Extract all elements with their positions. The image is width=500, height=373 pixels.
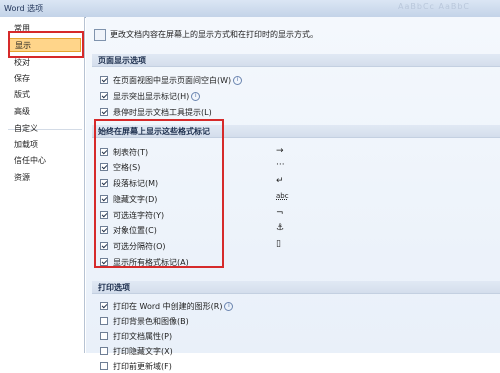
info-icon: i [224, 302, 234, 311]
sidebar-item-display[interactable]: 显示 [9, 38, 81, 52]
option-show-highlighter[interactable]: 显示突出显示标记(H) i [100, 90, 201, 103]
sidebar-item-proofing[interactable]: 校对 [9, 56, 81, 70]
options-sidebar: 常用 显示 校对 保存 版式 高级 自定义 加载项 信任中心 资源 [0, 17, 85, 353]
checkbox[interactable] [100, 331, 108, 340]
checkbox[interactable] [100, 178, 108, 187]
option-tab-characters[interactable]: 制表符(T) [100, 146, 148, 159]
space-mark-icon: ··· [276, 160, 285, 170]
option-print-drawings[interactable]: 打印在 Word 中创建的图形(R) i [100, 300, 234, 313]
checkbox[interactable] [100, 210, 108, 219]
checkbox[interactable] [100, 301, 108, 310]
sidebar-item-save[interactable]: 保存 [9, 72, 81, 86]
option-optional-breaks[interactable]: 可选分隔符(O) [100, 240, 166, 253]
section-page-display: 页面显示选项 [92, 54, 500, 67]
info-icon: i [191, 92, 201, 101]
checkbox[interactable] [100, 257, 108, 266]
checkbox[interactable] [100, 162, 108, 171]
background-ribbon-text: AaBbCc AaBbC [398, 2, 470, 11]
tab-mark-icon: → [276, 146, 284, 156]
option-spaces[interactable]: 空格(S) [100, 161, 140, 174]
option-print-hidden-text[interactable]: 打印隐藏文字(X) [100, 345, 173, 358]
option-print-background[interactable]: 打印背景色和图像(B) [100, 315, 189, 328]
sidebar-item-popular[interactable]: 常用 [9, 22, 81, 36]
sidebar-item-resources[interactable]: 资源 [9, 171, 81, 185]
checkbox[interactable] [100, 107, 108, 116]
sidebar-item-advanced[interactable]: 高级 [9, 105, 81, 119]
intro-text: 更改文档内容在屏幕上的显示方式和在打印时的显示方式。 [110, 30, 318, 39]
checkbox[interactable] [100, 241, 108, 250]
option-optional-hyphens[interactable]: 可选连字符(Y) [100, 209, 164, 222]
sidebar-item-trust-center[interactable]: 信任中心 [9, 154, 81, 168]
sidebar-item-typography[interactable]: 版式 [9, 88, 81, 102]
hidden-text-icon: abc [276, 192, 289, 200]
option-print-properties[interactable]: 打印文档属性(P) [100, 330, 172, 343]
checkbox[interactable] [100, 225, 108, 234]
option-show-all-marks[interactable]: 显示所有格式标记(A) [100, 256, 189, 269]
section-formatting-marks: 始终在屏幕上显示这些格式标记 [92, 125, 500, 138]
paragraph-mark-icon: ↵ [276, 176, 284, 186]
option-hidden-text[interactable]: 隐藏文字(D) [100, 193, 157, 206]
sidebar-item-addins[interactable]: 加载项 [9, 138, 81, 152]
checkbox[interactable] [100, 194, 108, 203]
option-show-tooltips[interactable]: 悬停时显示文档工具提示(L) [100, 106, 212, 119]
section-print-options: 打印选项 [92, 281, 500, 294]
sidebar-item-customize[interactable]: 自定义 [9, 122, 81, 136]
checkbox[interactable] [100, 346, 108, 355]
option-update-fields[interactable]: 打印前更新域(F) [100, 360, 172, 373]
option-paragraph-marks[interactable]: 段落标记(M) [100, 177, 158, 190]
checkbox[interactable] [100, 147, 108, 156]
option-object-anchors[interactable]: 对象位置(C) [100, 224, 157, 237]
checkbox[interactable] [100, 91, 108, 100]
window-title: Word 选项 [4, 4, 44, 13]
checkbox[interactable] [100, 361, 108, 370]
anchor-icon: ⚓ [276, 223, 285, 233]
title-bar: Word 选项 AaBbCc AaBbC [0, 0, 500, 18]
display-icon [94, 29, 106, 41]
checkbox[interactable] [100, 316, 108, 325]
checkbox[interactable] [100, 75, 108, 84]
option-show-whitespace[interactable]: 在页面视图中显示页面间空白(W) i [100, 74, 243, 87]
info-icon: i [233, 76, 243, 85]
optional-hyphen-icon: ¬ [276, 208, 284, 218]
optional-break-icon: ▯ [276, 239, 281, 249]
options-main-panel: 更改文档内容在屏幕上的显示方式和在打印时的显示方式。 页面显示选项 在页面视图中… [86, 17, 500, 371]
